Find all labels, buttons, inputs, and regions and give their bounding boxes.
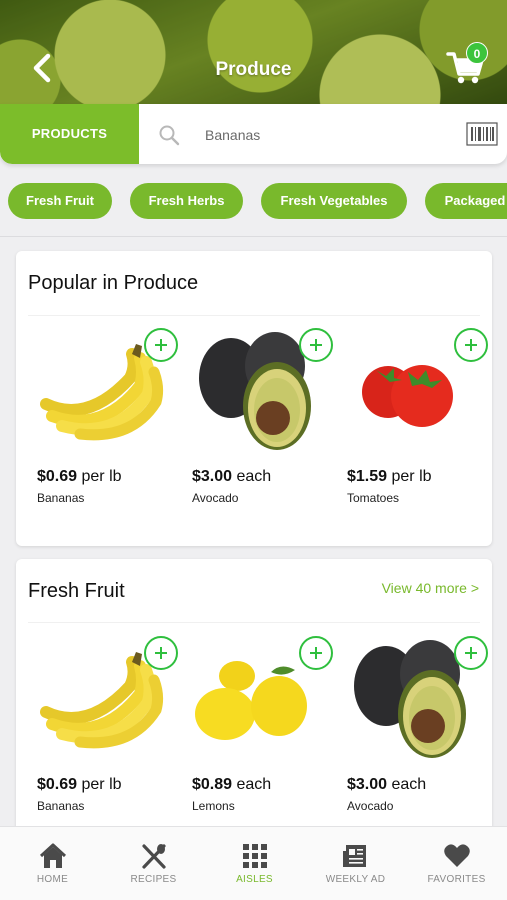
product-unit: per lb — [77, 776, 122, 793]
product-tile[interactable]: $0.89 each Lemons — [183, 622, 333, 822]
nav-favorites[interactable]: FAVORITES — [406, 827, 507, 900]
product-unit: each — [232, 468, 272, 485]
nav-label: RECIPES — [130, 874, 177, 885]
nav-label: AISLES — [236, 874, 273, 885]
popular-card: Popular in Produce $0.69 per lb Bananas … — [16, 251, 492, 546]
product-unit: each — [387, 776, 427, 793]
cart-count-badge: 0 — [466, 42, 488, 64]
product-name: Lemons — [192, 799, 235, 813]
nav-label: WEEKLY AD — [325, 874, 386, 885]
product-price: $0.89 — [192, 776, 233, 793]
category-chips: Fresh Fruit Fresh Herbs Fresh Vegetables… — [0, 183, 507, 221]
nav-home[interactable]: HOME — [2, 827, 103, 900]
fresh-fruit-card: Fresh Fruit View 40 more > $0.69 per lb … — [16, 559, 492, 849]
nav-label: HOME — [36, 874, 69, 885]
product-price: $0.69 — [37, 776, 78, 793]
search-input[interactable] — [205, 124, 445, 146]
product-name: Avocado — [347, 799, 394, 813]
product-unit: per lb — [77, 468, 122, 485]
product-unit: per lb — [387, 468, 432, 485]
add-to-cart-button[interactable] — [144, 328, 178, 362]
product-tile[interactable]: $1.59 per lb Tomatoes — [338, 314, 488, 514]
utensils-icon — [141, 844, 166, 869]
add-to-cart-button[interactable] — [454, 636, 488, 670]
product-price: $3.00 — [347, 776, 388, 793]
product-name: Avocado — [192, 491, 239, 505]
chip-packaged[interactable]: Packaged — [425, 183, 507, 219]
product-price: $0.69 — [37, 468, 78, 485]
section-title: Fresh Fruit — [28, 580, 125, 602]
product-name: Tomatoes — [347, 491, 400, 505]
product-name: Bananas — [37, 491, 85, 505]
search-icon — [159, 125, 180, 146]
header-banner — [0, 0, 507, 104]
product-unit: each — [232, 776, 272, 793]
home-icon — [39, 843, 66, 868]
search-bar: PRODUCTS — [0, 104, 507, 164]
product-price: $1.59 — [347, 468, 388, 485]
product-name: Bananas — [37, 799, 85, 813]
barcode-scanner-icon[interactable] — [466, 122, 498, 146]
add-to-cart-button[interactable] — [454, 328, 488, 362]
add-to-cart-button[interactable] — [299, 328, 333, 362]
view-more-link[interactable]: View 40 more > — [382, 580, 479, 596]
divider — [0, 236, 507, 237]
product-price: $3.00 — [192, 468, 233, 485]
chip-fresh-fruit[interactable]: Fresh Fruit — [8, 183, 112, 219]
nav-aisles[interactable]: AISLES — [204, 827, 305, 900]
chip-fresh-herbs[interactable]: Fresh Herbs — [130, 183, 243, 219]
page-title: Produce — [215, 59, 292, 80]
chip-fresh-vegetables[interactable]: Fresh Vegetables — [261, 183, 407, 219]
products-tab[interactable]: PRODUCTS — [0, 104, 139, 164]
nav-recipes[interactable]: RECIPES — [103, 827, 204, 900]
product-tile[interactable]: $3.00 each Avocado — [183, 314, 333, 514]
product-tile[interactable]: $0.69 per lb Bananas — [28, 622, 178, 822]
nav-weekly-ad[interactable]: WEEKLY AD — [305, 827, 406, 900]
nav-label: FAVORITES — [427, 874, 486, 885]
add-to-cart-button[interactable] — [144, 636, 178, 670]
newspaper-icon — [342, 845, 366, 867]
add-to-cart-button[interactable] — [299, 636, 333, 670]
bottom-nav: HOME RECIPES AISLES WEEKLY AD FAVORITES — [0, 826, 507, 900]
section-title: Popular in Produce — [28, 272, 199, 294]
product-tile[interactable]: $0.69 per lb Bananas — [28, 314, 178, 514]
heart-icon — [443, 844, 470, 867]
grid-icon — [242, 844, 267, 868]
product-tile[interactable]: $3.00 each Avocado — [338, 622, 488, 822]
